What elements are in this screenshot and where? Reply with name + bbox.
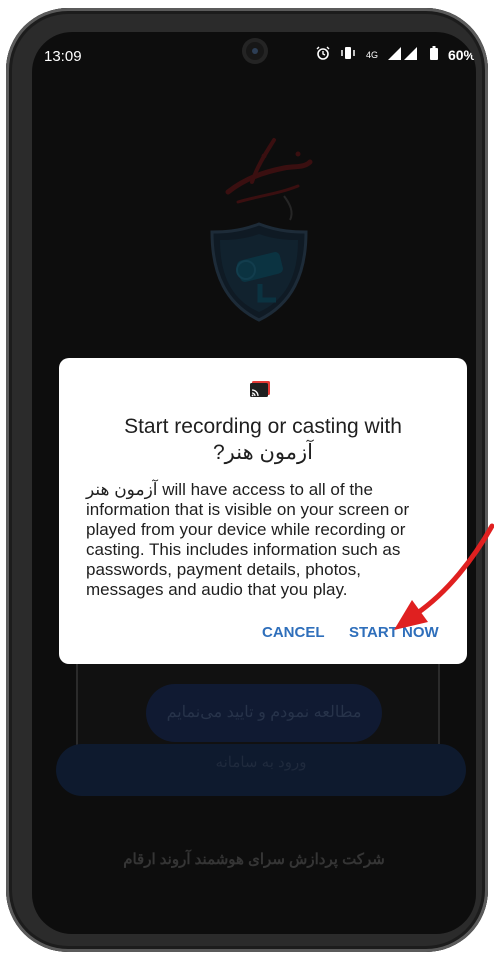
red-arrow-annotation	[394, 523, 494, 630]
dialog-app-name: آزمون هنر	[86, 480, 158, 499]
status-icons: 4G 60%	[316, 46, 476, 63]
battery-level: 60%	[447, 46, 476, 63]
dialog-title-line1: Start recording or casting with	[124, 415, 402, 438]
login-button[interactable]: ورود به سامانه	[56, 744, 466, 796]
dialog-title: Start recording or casting with آزمون هن…	[59, 414, 467, 466]
cast-icon	[250, 381, 270, 397]
network-type: 4G	[365, 49, 378, 60]
signal-icon	[387, 46, 420, 63]
camera-shield-icon	[210, 222, 308, 322]
status-bar: 13:09 4G 60%	[32, 32, 476, 78]
company-footer: شرکت پردازش سرای هوشمند آروند ارقام	[123, 851, 385, 868]
phone-frame: 13:09 4G 60%	[6, 8, 488, 952]
status-time: 13:09	[44, 48, 82, 65]
cancel-button[interactable]: CANCEL	[262, 624, 325, 641]
screen: 13:09 4G 60%	[32, 32, 476, 934]
alarm-icon	[316, 46, 330, 63]
dialog-title-line2: آزمون هنر?	[212, 441, 313, 464]
battery-icon	[429, 46, 438, 63]
vibrate-icon	[340, 46, 356, 63]
agree-button[interactable]: مطالعه نمودم و تایید می‌نمایم	[146, 684, 382, 742]
